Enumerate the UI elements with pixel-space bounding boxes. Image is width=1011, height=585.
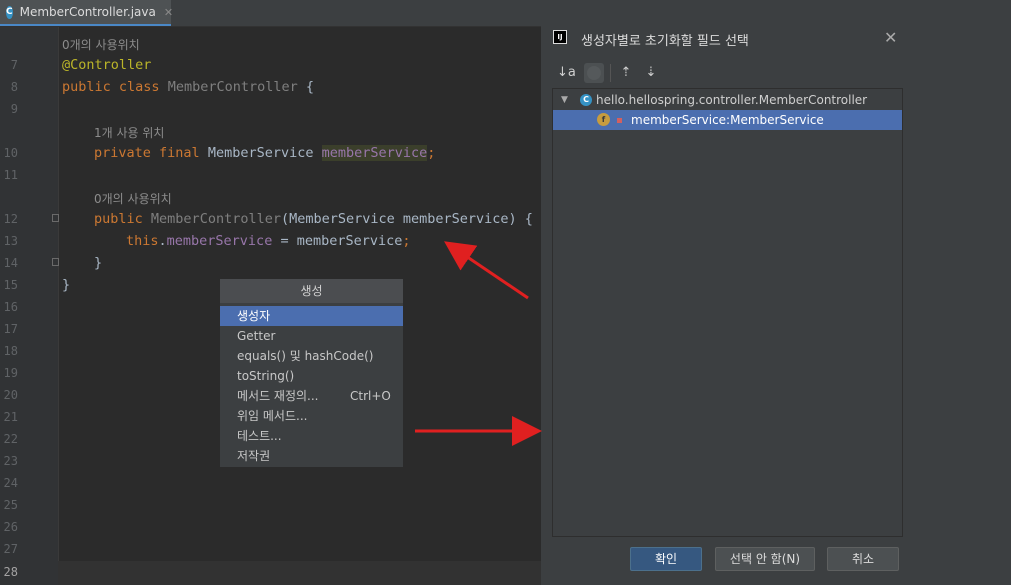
red-arrow-to-code xyxy=(444,241,529,300)
annotation-arrows xyxy=(415,241,542,446)
